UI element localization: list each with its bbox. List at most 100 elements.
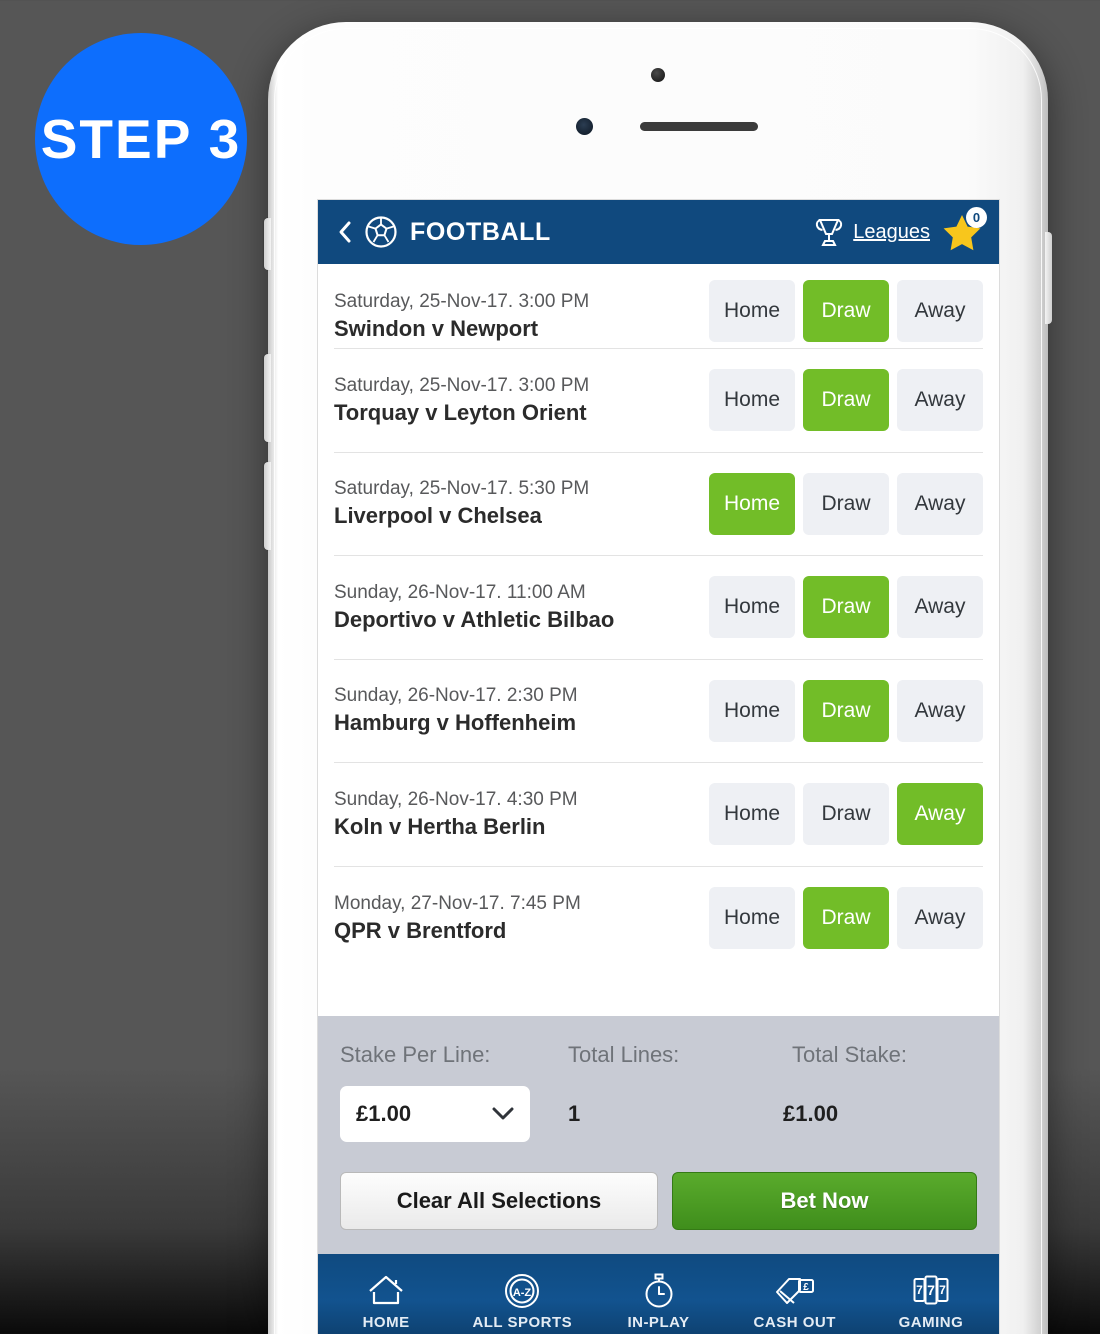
match-row: Sunday, 26-Nov-17. 4:30 PM Koln v Hertha … [334,763,983,867]
outcome-button-away[interactable]: Away [897,280,983,342]
outcome-buttons: Home Draw Away [709,472,983,535]
svg-text:A-Z: A-Z [513,1287,532,1299]
svg-text:£: £ [803,1282,809,1293]
outcome-button-home[interactable]: Home [709,280,795,342]
volume-up-button[interactable] [264,354,271,442]
trophy-icon[interactable] [814,216,844,248]
outcome-buttons: Home Draw Away [709,887,983,950]
app-header: FOOTBALL Leagues 0 [318,200,999,264]
total-lines-label: Total Lines: [568,1042,680,1067]
chevron-down-icon [492,1107,514,1121]
nav-label: GAMING [898,1314,964,1331]
outcome-buttons: Home Draw Away [709,576,983,639]
stake-per-line-label: Stake Per Line: [340,1042,491,1067]
outcome-buttons: Home Draw Away [709,369,983,432]
match-info: Sunday, 26-Nov-17. 4:30 PM Koln v Hertha … [334,789,709,840]
power-button[interactable] [1045,232,1052,324]
football-icon [364,215,398,249]
favourites-count-badge: 0 [966,207,987,228]
a-to-z-circle-icon: A-Z [504,1273,540,1309]
bet-slip-actions: Clear All Selections Bet Now [340,1172,977,1230]
svg-text:7: 7 [939,1283,946,1297]
stake-per-line-value: £1.00 [356,1101,412,1126]
match-teams: Hamburg v Hoffenheim [334,710,577,736]
match-row: Saturday, 25-Nov-17. 3:00 PM Torquay v Le… [334,349,983,453]
match-info: Saturday, 25-Nov-17. 5:30 PM Liverpool v … [334,478,709,529]
match-info: Sunday, 26-Nov-17. 2:30 PM Hamburg v Hoff… [334,685,709,736]
outcome-button-home[interactable]: Home [709,887,795,950]
nav-item-all-sports[interactable]: A-Z ALL SPORTS [454,1254,590,1334]
svg-text:7: 7 [916,1283,923,1297]
match-datetime: Sunday, 26-Nov-17. 2:30 PM [334,685,578,707]
outcome-button-draw[interactable]: Draw [803,369,889,432]
outcome-button-away[interactable]: Away [897,679,983,742]
total-stake-label: Total Stake: [792,1042,907,1067]
match-datetime: Sunday, 26-Nov-17. 4:30 PM [334,788,578,810]
slot-777-icon: 777 [912,1273,950,1309]
nav-label: ALL SPORTS [472,1314,573,1331]
step-badge: STEP 3 [35,33,247,245]
match-row: Sunday, 26-Nov-17. 2:30 PM Hamburg v Hoff… [334,660,983,763]
front-camera-icon [651,68,665,82]
bet-slip-values: £1.00 1 £1.00 [340,1086,977,1142]
outcome-button-away[interactable]: Away [897,783,983,846]
match-row: Monday, 27-Nov-17. 7:45 PM QPR v Brentfor… [334,867,983,971]
match-teams: Liverpool v Chelsea [334,503,542,529]
match-datetime: Saturday, 25-Nov-17. 5:30 PM [334,478,590,500]
match-info: Saturday, 25-Nov-17. 3:00 PM Torquay v Le… [334,375,709,426]
step-badge-label: STEP 3 [40,108,242,170]
match-datetime: Saturday, 25-Nov-17. 3:00 PM [334,291,590,312]
match-datetime: Sunday, 26-Nov-17. 11:00 AM [334,581,586,603]
outcome-button-home[interactable]: Home [709,369,795,432]
nav-item-cash-out[interactable]: £ CASH OUT [727,1254,863,1334]
earpiece-speaker [640,122,758,131]
match-row: Saturday, 25-Nov-17. 5:30 PM Liverpool v … [334,453,983,556]
outcome-button-home[interactable]: Home [709,783,795,846]
nav-item-gaming[interactable]: 7 7 7 GAMING [863,1254,999,1334]
outcome-button-draw[interactable]: Draw [803,679,889,742]
house-icon [367,1273,405,1309]
stopwatch-icon [643,1273,675,1309]
nav-label: HOME [362,1314,410,1331]
bet-slip-panel: Stake Per Line: Total Lines: Total Stake… [318,1016,999,1254]
outcome-buttons: Home Draw Away [709,280,983,342]
svg-text:7: 7 [927,1282,935,1298]
stake-per-line-select[interactable]: £1.00 [340,1086,530,1142]
outcome-button-draw[interactable]: Draw [803,280,889,342]
header-actions: Leagues 0 [814,207,987,255]
match-list[interactable]: Saturday, 25-Nov-17. 3:00 PM Swindon v Ne… [318,264,999,1016]
outcome-button-away[interactable]: Away [897,887,983,950]
leagues-link[interactable]: Leagues [853,221,930,244]
silent-switch-button[interactable] [264,218,271,270]
volume-down-button[interactable] [264,462,271,550]
page-title: FOOTBALL [410,217,551,246]
outcome-button-away[interactable]: Away [897,576,983,639]
outcome-button-home[interactable]: Home [709,679,795,742]
clear-all-selections-button[interactable]: Clear All Selections [340,1172,658,1230]
favourites-star-icon[interactable]: 0 [939,207,987,255]
outcome-button-draw[interactable]: Draw [803,887,889,950]
phone-screen: FOOTBALL Leagues 0 Saturday, 25-Nov-17. … [318,200,999,1334]
match-info: Saturday, 25-Nov-17. 3:00 PM Swindon v Ne… [334,291,709,342]
match-info: Monday, 27-Nov-17. 7:45 PM QPR v Brentfor… [334,893,709,944]
total-lines-value: 1 [568,1101,581,1126]
outcome-button-away[interactable]: Away [897,369,983,432]
outcome-button-away[interactable]: Away [897,472,983,535]
outcome-button-draw[interactable]: Draw [803,783,889,846]
bet-now-button[interactable]: Bet Now [672,1172,977,1230]
nav-item-in-play[interactable]: IN-PLAY [590,1254,726,1334]
outcome-button-draw[interactable]: Draw [803,576,889,639]
bet-slip-labels: Stake Per Line: Total Lines: Total Stake… [340,1042,977,1068]
back-chevron-icon[interactable] [334,219,356,245]
outcome-button-draw[interactable]: Draw [803,472,889,535]
nav-item-home[interactable]: HOME [318,1254,454,1334]
outcome-buttons: Home Draw Away [709,679,983,742]
total-stake-value: £1.00 [783,1101,839,1126]
outcome-button-home[interactable]: Home [709,576,795,639]
match-row: Sunday, 26-Nov-17. 11:00 AM Deportivo v A… [334,556,983,660]
outcome-button-home[interactable]: Home [709,472,795,535]
match-teams: Koln v Hertha Berlin [334,813,546,839]
proximity-sensor [576,118,593,135]
outcome-buttons: Home Draw Away [709,783,983,846]
match-teams: Deportivo v Athletic Bilbao [334,606,615,632]
